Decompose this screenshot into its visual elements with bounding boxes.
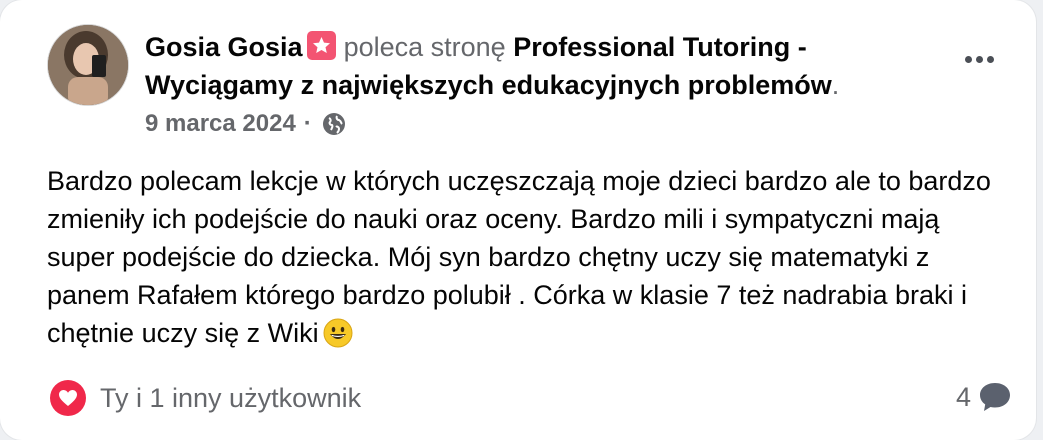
more-dot [986,55,994,63]
grinning-face-emoji [323,318,353,348]
avatar-photo [48,25,128,105]
post-body-line: panem Rafałem którego bardzo polubił . C… [47,280,967,310]
more-dot [964,55,972,63]
trailing-dot: . [831,70,840,100]
reactions-summary[interactable]: Ty i 1 inny użytkownik [50,380,361,416]
post-header: Gosia Gosia poleca stronę Professional Tu… [145,28,945,138]
post-body-line: Bardzo polecam lekcje w których uczęszcz… [47,166,991,196]
meta-separator: · [303,110,312,137]
globe-icon[interactable] [322,112,346,136]
post-body: Bardzo polecam lekcje w których uczęszcz… [47,162,1022,352]
post-body-line: super podejście do dziecka. Mój syn bard… [47,242,930,272]
post-headline: Gosia Gosia poleca stronę Professional Tu… [145,28,945,104]
comment-count: 4 [956,381,972,412]
post-date[interactable]: 9 marca 2024 [145,110,296,138]
more-dot [975,55,983,63]
recommends-verb: poleca stronę [343,32,506,62]
post-meta: 9 marca 2024 · [145,110,945,138]
post-body-line: chętnie uczy się z Wiki [47,318,319,348]
more-options-icon[interactable] [958,46,1000,72]
reactions-text: Ty i 1 inny użytkownik [100,382,362,413]
comments-summary[interactable]: 4 [956,380,1013,414]
author-name[interactable]: Gosia Gosia [145,32,303,62]
avatar[interactable] [47,24,129,106]
heart-reaction-icon [50,380,86,416]
recommendation-star-icon [306,31,336,60]
comment-bubble-icon [980,383,1011,411]
post-body-line: zmieniły ich podejście do nauki oraz oce… [47,204,940,234]
review-post-card: Gosia Gosia poleca stronę Professional Tu… [0,0,1036,440]
